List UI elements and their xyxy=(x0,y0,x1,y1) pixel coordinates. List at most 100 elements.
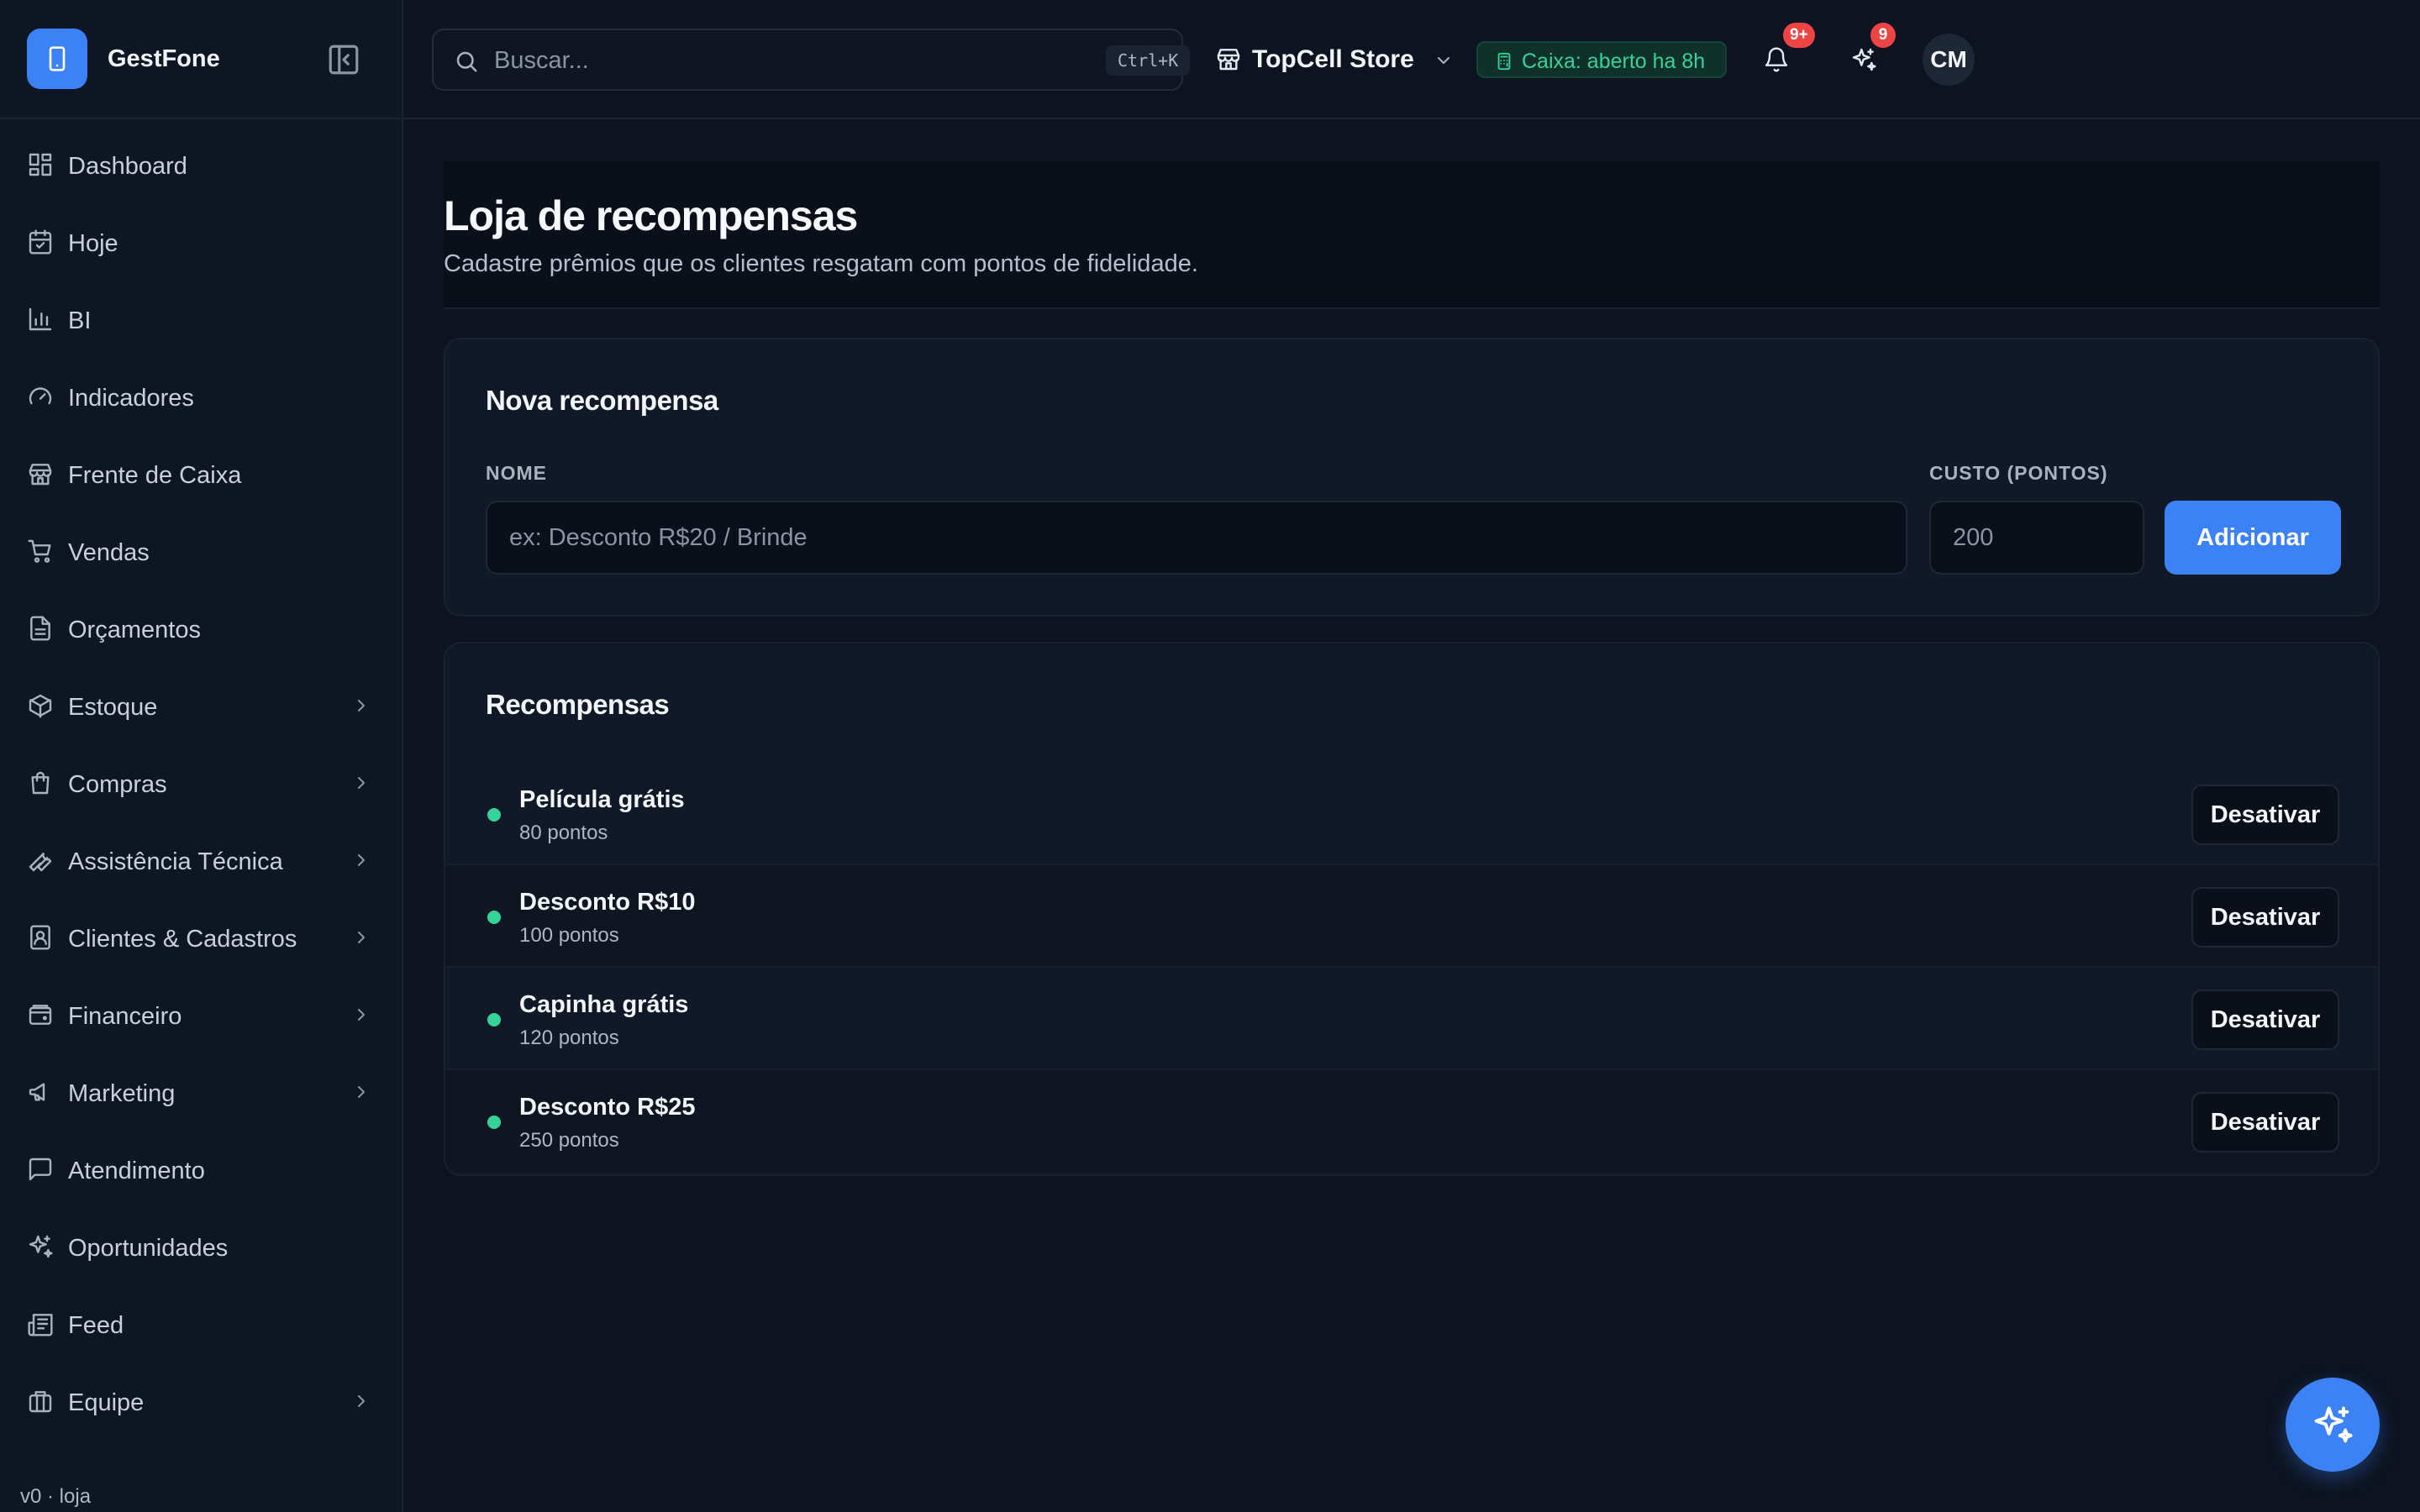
deactivate-button[interactable]: Desativar xyxy=(2191,990,2339,1050)
ai-assistant-button[interactable] xyxy=(2286,1378,2380,1472)
page-header: Loja de recompensas Cadastre prêmios que… xyxy=(444,161,2380,309)
sidebar-item-oportunidades[interactable]: Oportunidades xyxy=(17,1215,387,1278)
newspaper-icon xyxy=(27,1310,54,1337)
sidebar-item-marketing[interactable]: Marketing xyxy=(17,1060,387,1124)
sidebar-item-estoque[interactable]: Estoque xyxy=(17,674,387,738)
deactivate-button[interactable]: Desativar xyxy=(2191,887,2339,948)
sidebar-item-financeiro[interactable]: Financeiro xyxy=(17,983,387,1047)
document-icon xyxy=(27,615,54,642)
brand-header: GestFone xyxy=(0,0,402,119)
chat-icon xyxy=(27,1156,54,1183)
sidebar-item-frente-de-caixa[interactable]: Frente de Caixa xyxy=(17,442,387,506)
reward-name: Película grátis xyxy=(519,786,685,813)
sidebar-item-vendas[interactable]: Vendas xyxy=(17,519,387,583)
gauge-icon xyxy=(27,383,54,410)
sidebar-item-label: Equipe xyxy=(68,1389,145,1416)
megaphone-icon xyxy=(27,1079,54,1105)
rewards-title: Recompensas xyxy=(486,689,670,720)
sidebar-item-label: Oportunidades xyxy=(68,1235,229,1262)
sidebar-item-feed[interactable]: Feed xyxy=(17,1292,387,1356)
phone-icon xyxy=(27,29,87,89)
list-item: Desconto R$10 100 pontos Desativar xyxy=(445,865,2378,968)
dashboard-icon xyxy=(27,151,54,178)
calendar-icon xyxy=(27,228,54,255)
sidebar-item-label: Frente de Caixa xyxy=(68,462,242,489)
deactivate-button[interactable]: Desativar xyxy=(2191,785,2339,845)
cash-status-text: Caixa: aberto ha 8h xyxy=(1522,50,1706,73)
sidebar-item-clientes-cadastros[interactable]: Clientes & Cadastros xyxy=(17,906,387,969)
search-placeholder: Buscar... xyxy=(494,47,589,74)
reward-name-input[interactable]: ex: Desconto R$20 / Brinde xyxy=(486,501,1907,575)
sparkles-icon xyxy=(1852,48,1876,71)
sidebar-item-atendimento[interactable]: Atendimento xyxy=(17,1137,387,1201)
reward-cost-input[interactable]: 200 xyxy=(1929,501,2144,575)
sidebar-item-compras[interactable]: Compras xyxy=(17,751,387,815)
name-field-label: NOME xyxy=(486,462,547,484)
sidebar-item-dashboard[interactable]: Dashboard xyxy=(17,133,387,197)
sidebar-item-label: Feed xyxy=(68,1312,124,1339)
sidebar-item-label: Marketing xyxy=(68,1080,176,1107)
sidebar-item-label: Dashboard xyxy=(68,153,187,180)
list-item: Película grátis 80 pontos Desativar xyxy=(445,763,2378,865)
cart-icon xyxy=(27,538,54,564)
sparkles-icon xyxy=(27,1233,54,1260)
reward-name: Desconto R$10 xyxy=(519,889,696,916)
sidebar-collapse-icon[interactable] xyxy=(326,42,361,77)
sidebar-item-label: Assistência Técnica xyxy=(68,848,283,875)
notifications-badge: 9+ xyxy=(1783,23,1815,48)
calculator-icon xyxy=(1495,51,1513,71)
bar-chart-icon xyxy=(27,306,54,333)
sidebar-item-bi[interactable]: BI xyxy=(17,287,387,351)
chevron-right-icon xyxy=(351,850,371,870)
list-item: Desconto R$25 250 pontos Desativar xyxy=(445,1070,2378,1173)
sidebar-item-indicadores[interactable]: Indicadores xyxy=(17,365,387,428)
page-title: Loja de recompensas xyxy=(444,192,858,239)
reward-cost-placeholder: 200 xyxy=(1953,524,1994,551)
sidebar-item-label: Atendimento xyxy=(68,1158,205,1184)
contact-book-icon xyxy=(27,924,54,951)
chevron-right-icon xyxy=(351,1391,371,1411)
chevron-right-icon xyxy=(351,927,371,948)
chevron-down-icon xyxy=(1434,50,1454,71)
deactivate-button[interactable]: Desativar xyxy=(2191,1092,2339,1152)
chevron-right-icon xyxy=(351,696,371,716)
wrench-icon xyxy=(27,847,54,874)
sidebar-item-label: BI xyxy=(68,307,92,334)
active-status-dot xyxy=(487,911,501,924)
list-item: Capinha grátis 120 pontos Desativar xyxy=(445,968,2378,1070)
package-icon xyxy=(27,692,54,719)
store-icon xyxy=(1215,45,1242,72)
reward-cost: 250 pontos xyxy=(519,1129,619,1152)
sidebar-item-label: Financeiro xyxy=(68,1003,182,1030)
store-icon xyxy=(27,460,54,487)
bell-icon xyxy=(1765,47,1788,72)
sidebar-item-label: Indicadores xyxy=(68,385,194,412)
sidebar-item-assistencia-tecnica[interactable]: Assistência Técnica xyxy=(17,828,387,892)
avatar[interactable]: CM xyxy=(1923,34,1975,86)
sidebar-item-equipe[interactable]: Equipe xyxy=(17,1369,387,1433)
reward-cost: 120 pontos xyxy=(519,1026,619,1049)
shopping-bag-icon xyxy=(27,769,54,796)
reward-cost: 100 pontos xyxy=(519,924,619,947)
store-name: TopCell Store xyxy=(1252,45,1414,73)
active-status-dot xyxy=(487,808,501,822)
briefcase-icon xyxy=(27,1388,54,1415)
add-reward-button[interactable]: Adicionar xyxy=(2165,501,2341,575)
sidebar-item-orcamentos[interactable]: Orçamentos xyxy=(17,596,387,660)
reward-name-placeholder: ex: Desconto R$20 / Brinde xyxy=(509,524,808,551)
reward-name: Capinha grátis xyxy=(519,991,689,1018)
cash-status-badge[interactable]: Caixa: aberto ha 8h xyxy=(1476,41,1727,78)
search-input[interactable]: Buscar... Ctrl+K xyxy=(432,29,1191,91)
reward-cost: 80 pontos xyxy=(519,822,608,844)
rewards-card: Recompensas Película grátis 80 pontos De… xyxy=(444,642,2380,1176)
chevron-right-icon xyxy=(351,1005,371,1025)
sidebar-item-label: Hoje xyxy=(68,230,118,257)
sparkles-icon xyxy=(2314,1406,2353,1443)
topbar: Buscar... Ctrl+K TopCell Store Caixa: ab… xyxy=(403,0,2420,119)
sidebar-item-label: Estoque xyxy=(68,694,158,721)
active-status-dot xyxy=(487,1116,501,1129)
notifications-button[interactable]: 9+ xyxy=(1751,23,1815,85)
new-reward-card: Nova recompensa NOME ex: Desconto R$20 /… xyxy=(444,338,2380,617)
ai-suggestions-button[interactable]: 9 xyxy=(1839,23,1896,85)
sidebar-item-hoje[interactable]: Hoje xyxy=(17,210,387,274)
